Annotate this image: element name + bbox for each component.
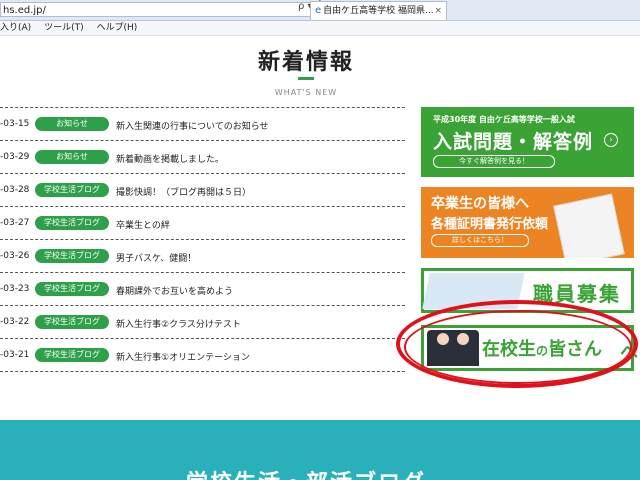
news-date: -03-22 (0, 317, 30, 327)
news-badge[interactable]: お知らせ (35, 150, 109, 164)
ie-icon: e (315, 5, 322, 16)
news-title[interactable]: 男子バスケ、健闘！ (116, 251, 196, 264)
exam-banner-caption: 平成30年度 自由ケ丘高等学校一般入試 (433, 115, 575, 124)
section-subtitle: WHAT'S NEW (274, 88, 338, 97)
news-row[interactable]: -03-27 学校生活ブログ 卒業生との絆 (0, 206, 405, 239)
browser-toolbar: hs.ed.jp/ ρ ▾ Ċ e自由ケ丘高等学校 福岡県... × (0, 0, 640, 21)
arrow-circle-icon: › (604, 133, 618, 147)
news-title[interactable]: 春期課外でお互いを高めよう (116, 284, 233, 297)
exam-banner-title: 入試問題・解答例 (433, 131, 594, 153)
news-row[interactable]: -03-26 学校生活ブログ 男子バスケ、健闘！ (0, 239, 405, 272)
news-date: -03-23 (0, 284, 30, 294)
menu-item-tools[interactable]: ツール(T) (44, 23, 84, 33)
graduates-banner-subtitle: 各種証明書発行依頼 (431, 217, 549, 232)
news-badge[interactable]: 学校生活ブログ (35, 282, 109, 296)
tab-title: 自由ケ丘高等学校 福岡県... (323, 6, 434, 16)
menu-item-view[interactable]: 入り(A) (0, 23, 31, 33)
news-date: -03-15 (0, 119, 30, 129)
news-row[interactable]: -03-15 お知らせ 新入生関連の行事についてのお知らせ (0, 107, 405, 140)
close-tab-icon[interactable]: × (434, 2, 442, 20)
news-title[interactable]: 新着動画を掲載しました。 (116, 152, 224, 165)
graduates-banner-title: 卒業生の皆様へ (431, 196, 529, 212)
exam-banner-button[interactable]: 今すぐ解答例を見る！ (433, 155, 555, 168)
news-row[interactable]: -03-22 学校生活ブログ 新入生行事②クラス分けテスト (0, 305, 405, 338)
news-title[interactable]: 新入生行事②クラス分けテスト (116, 317, 241, 330)
news-title[interactable]: 卒業生との絆 (116, 218, 170, 231)
menu-bar: 入り(A) ツール(T) ヘルプ(H) (0, 21, 640, 36)
exam-banner[interactable]: 平成30年度 自由ケ丘高等学校一般入試 入試問題・解答例 › 今すぐ解答例を見る… (421, 107, 634, 177)
news-row[interactable]: -03-28 学校生活ブログ 撮影快調！（ブログ再開は５日） (0, 173, 405, 206)
menu-item-help[interactable]: ヘルプ(H) (96, 23, 137, 33)
address-bar[interactable]: hs.ed.jp/ (0, 2, 340, 17)
news-row[interactable]: -03-29 お知らせ 新着動画を掲載しました。 (0, 140, 405, 173)
blog-section-title: 学校生活・部活ブログ (0, 465, 612, 480)
news-date: -03-28 (0, 185, 30, 195)
news-date: -03-26 (0, 251, 30, 261)
graduates-banner[interactable]: 卒業生の皆様へ 各種証明書発行依頼 詳しくはこちら！ (421, 187, 634, 258)
news-date: -03-21 (0, 350, 30, 360)
news-date: -03-29 (0, 152, 30, 162)
news-date: -03-27 (0, 218, 30, 228)
news-badge[interactable]: お知らせ (35, 117, 109, 131)
title-underline (298, 77, 314, 80)
document-illustration (553, 193, 625, 258)
news-title[interactable]: 新入生行事①オリエンテーション (116, 350, 250, 363)
news-title[interactable]: 撮影快調！（ブログ再開は５日） (116, 185, 251, 198)
news-badge[interactable]: 学校生活ブログ (35, 315, 109, 329)
news-badge[interactable]: 学校生活ブログ (35, 249, 109, 263)
news-badge[interactable]: 学校生活ブログ (35, 183, 109, 197)
red-highlight-circle-inner (404, 310, 632, 384)
news-badge[interactable]: 学校生活ブログ (35, 216, 109, 230)
news-row[interactable]: -03-21 学校生活ブログ 新入生行事①オリエンテーション (0, 338, 405, 372)
address-text: hs.ed.jp/ (3, 5, 46, 16)
news-list: -03-15 お知らせ 新入生関連の行事についてのお知らせ -03-29 お知らせ 新着… (0, 107, 405, 372)
news-row[interactable]: -03-23 学校生活ブログ 春期課外でお互いを高めよう (0, 272, 405, 305)
blog-section: 学校生活・部活ブログ (0, 420, 640, 480)
graduates-banner-button[interactable]: 詳しくはこちら！ (431, 234, 529, 247)
browser-tab[interactable]: e 自由ケ丘高等学校 福岡県... × (310, 1, 447, 20)
news-badge[interactable]: 学校生活ブログ (35, 348, 109, 362)
section-title: 新着情報 (257, 50, 354, 75)
news-title[interactable]: 新入生関連の行事についてのお知らせ (116, 119, 269, 132)
